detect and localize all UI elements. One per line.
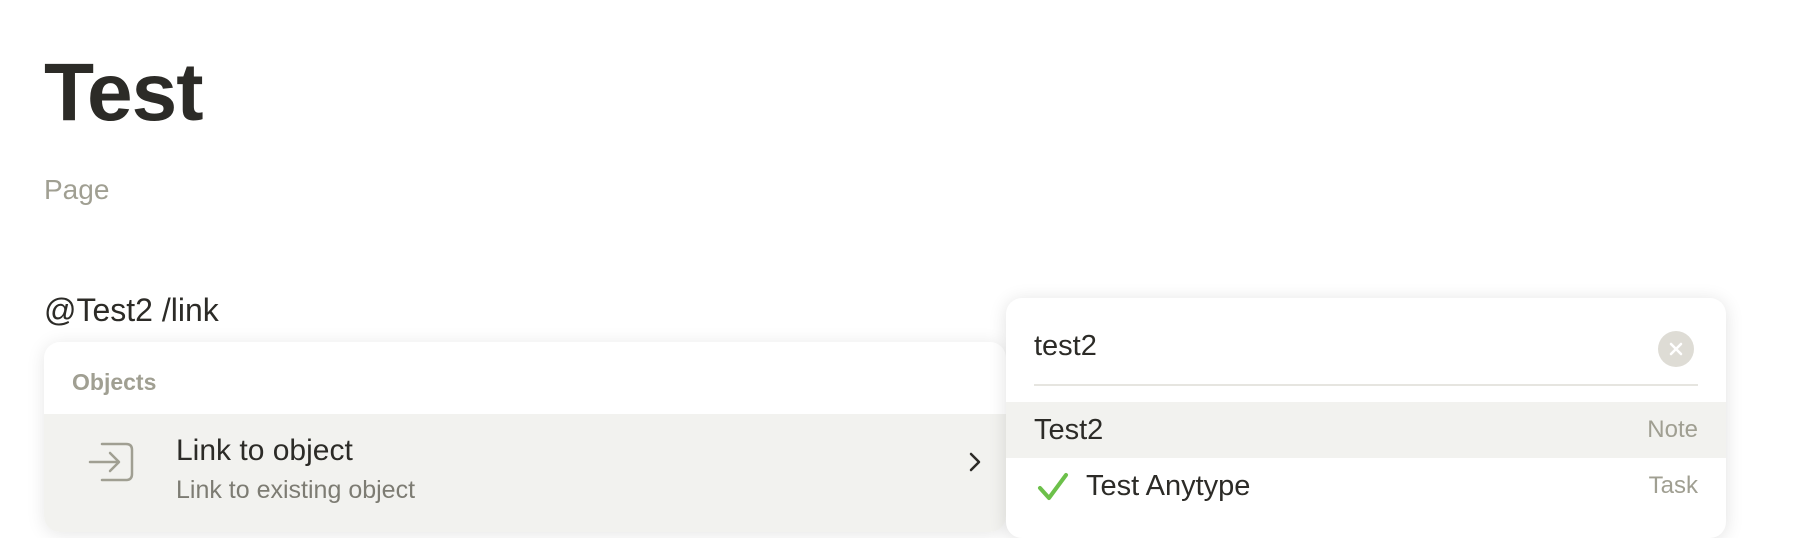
result-name: Test Anytype <box>1086 470 1251 502</box>
menu-item-description: Link to existing object <box>176 476 416 504</box>
link-to-object-icon <box>84 434 140 490</box>
page-title[interactable]: Test <box>44 52 204 134</box>
result-type: Note <box>1647 416 1698 443</box>
search-result-row[interactable]: Test Anytype Task <box>1006 458 1726 514</box>
menu-item-link-to-object[interactable]: Link to object Link to existing object <box>44 414 1006 532</box>
search-result-row[interactable]: Test2 Note <box>1006 402 1726 458</box>
result-name: Test2 <box>1034 414 1104 446</box>
search-divider <box>1034 384 1698 386</box>
slash-command-menu: Objects Link to object Link to existing … <box>44 342 1006 532</box>
page-type-label: Page <box>44 174 110 205</box>
checkmark-icon <box>1038 473 1068 500</box>
search-input[interactable] <box>1034 328 1654 364</box>
object-search-panel: Test2 Note Test Anytype Task <box>1006 298 1726 538</box>
close-icon <box>1669 342 1683 356</box>
clear-search-button[interactable] <box>1658 331 1694 367</box>
editor-block-text[interactable]: @Test2 /link <box>44 294 219 326</box>
chevron-right-icon <box>969 452 981 472</box>
menu-item-title: Link to object <box>176 434 353 467</box>
result-type: Task <box>1648 472 1698 499</box>
menu-section-objects: Objects <box>72 369 157 395</box>
